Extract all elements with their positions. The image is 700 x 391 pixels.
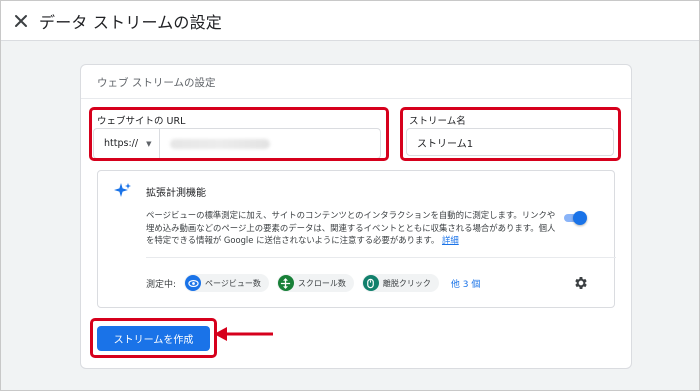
measuring-row: 測定中: ページビュー数 スクロール数 離脱クリック 他 3 個 <box>146 274 480 292</box>
url-label: ウェブサイトの URL <box>97 116 186 127</box>
gear-icon[interactable] <box>573 275 589 291</box>
more-events-link[interactable]: 他 3 個 <box>451 277 480 290</box>
enhanced-measurement-toggle[interactable] <box>562 211 587 225</box>
description-text: ページビューの標準測定に加え、サイトのコンテンツとのインタラクションを自動的に測… <box>146 210 556 245</box>
page-title: データ ストリームの設定 <box>39 12 223 32</box>
chip-outbound-clicks: 離脱クリック <box>361 274 439 292</box>
sparkle-icon <box>114 183 131 197</box>
stream-name-input[interactable]: ストリーム1 <box>406 128 614 156</box>
chip-label: スクロール数 <box>297 278 346 288</box>
close-button[interactable] <box>3 3 39 39</box>
blurred-url-text <box>170 138 270 149</box>
dialog-header: データ ストリームの設定 <box>1 1 699 41</box>
chip-label: 離脱クリック <box>382 278 431 288</box>
mouse-icon <box>362 275 379 291</box>
protocol-value: https:// <box>104 138 139 149</box>
url-input[interactable] <box>160 129 380 158</box>
enhanced-measurement-panel: 拡張計測機能 ページビューの標準測定に加え、サイトのコンテンツとのインタラクショ… <box>97 170 616 308</box>
website-url-field: https:// ▼ <box>93 128 381 159</box>
crosshair-icon <box>277 275 294 291</box>
enhanced-measurement-description: ページビューの標準測定に加え、サイトのコンテンツとのインタラクションを自動的に測… <box>146 209 556 247</box>
toggle-knob <box>573 211 587 225</box>
panel-divider <box>146 257 616 258</box>
close-icon <box>15 14 27 27</box>
chevron-down-icon: ▼ <box>146 139 152 148</box>
protocol-select[interactable]: https:// ▼ <box>94 129 160 158</box>
chip-scrolls: スクロール数 <box>276 274 354 292</box>
chip-label: ページビュー数 <box>205 278 261 288</box>
details-link[interactable]: 詳細 <box>442 235 459 245</box>
arrow-pointer-icon <box>214 327 273 341</box>
chip-page-views: ページビュー数 <box>184 274 269 292</box>
card-divider <box>81 98 631 99</box>
create-stream-button[interactable]: ストリームを作成 <box>97 326 210 351</box>
eye-icon <box>185 275 202 291</box>
web-stream-settings-card: ウェブ ストリームの設定 ウェブサイトの URL https:// ▼ ストリー… <box>80 64 632 369</box>
measuring-label: 測定中: <box>146 279 177 290</box>
enhanced-measurement-title: 拡張計測機能 <box>146 188 206 199</box>
stream-name-label: ストリーム名 <box>409 116 466 127</box>
card-title: ウェブ ストリームの設定 <box>97 77 216 89</box>
